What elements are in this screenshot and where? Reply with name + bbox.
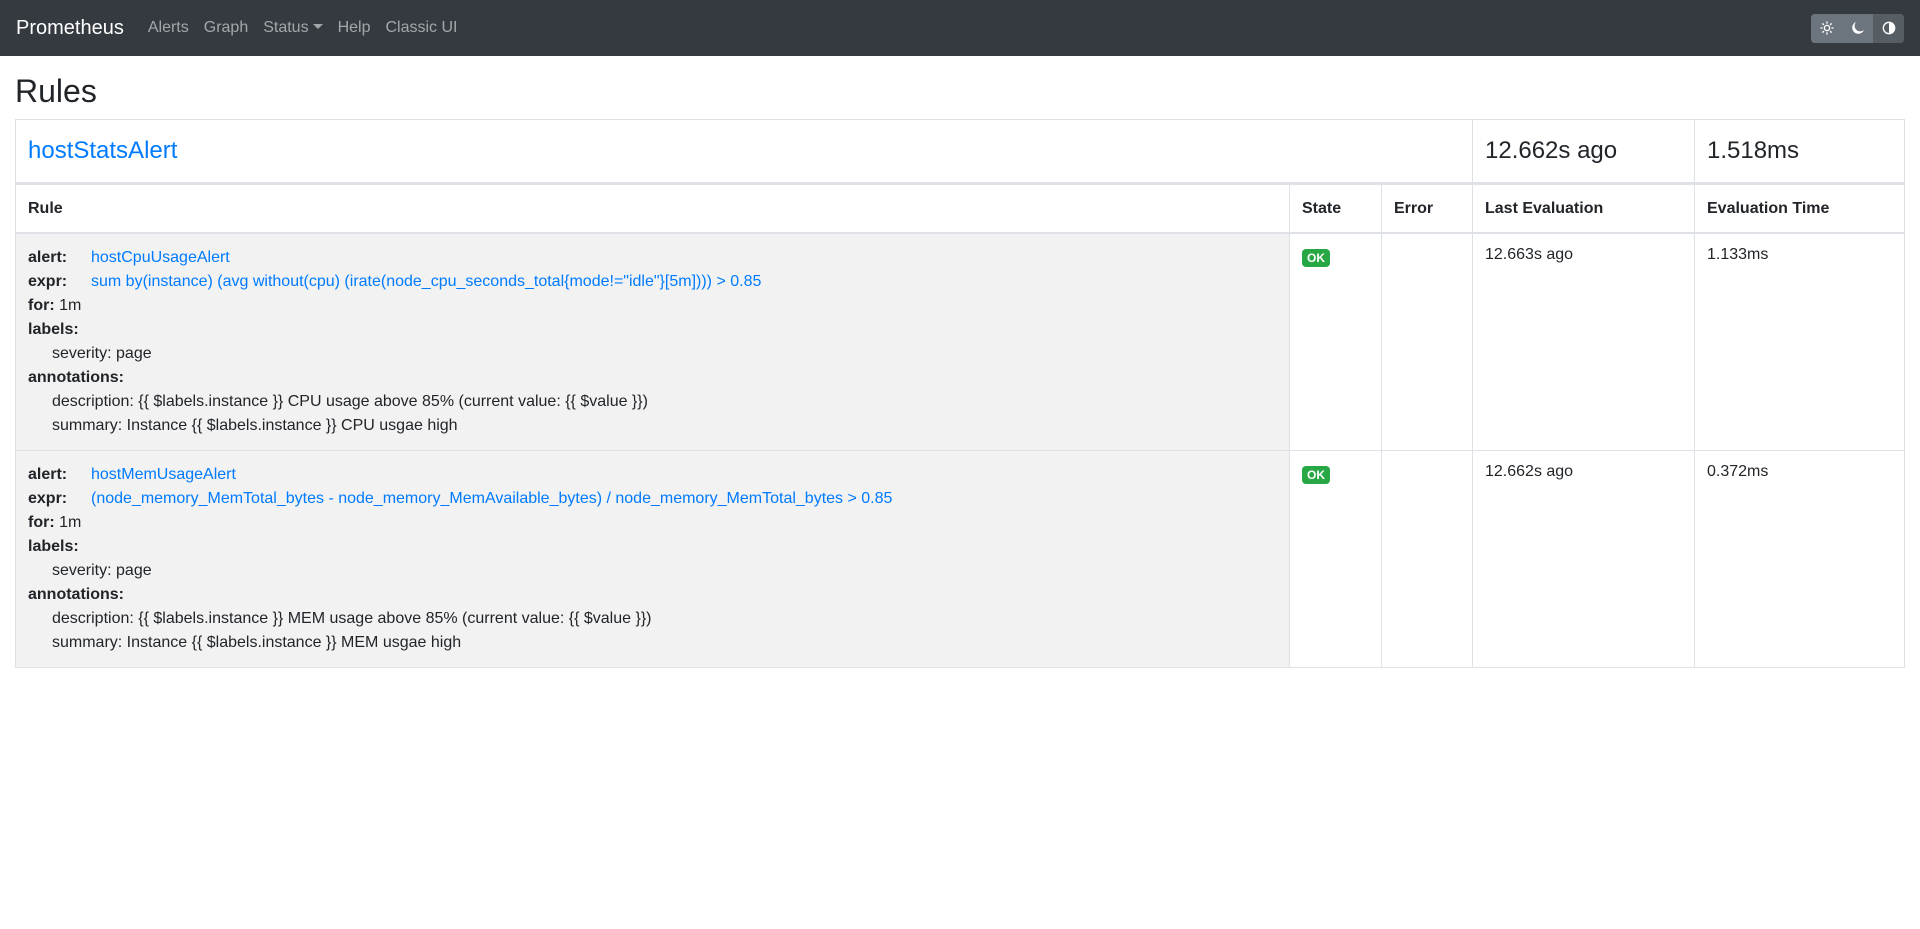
rule-group-header: hostStatsAlert 12.662s ago 1.518ms: [15, 119, 1905, 184]
table-row: alert: hostCpuUsageAlert expr: sum by(inst…: [15, 232, 1905, 452]
theme-dark-button[interactable]: [1842, 13, 1873, 43]
annotation-summary: summary: Instance {{ $labels.instance }}…: [52, 417, 458, 435]
moon-icon: [1851, 21, 1864, 34]
status-badge: OK: [1302, 466, 1330, 485]
for-value: 1m: [59, 514, 82, 532]
group-name-cell: hostStatsAlert: [15, 119, 1473, 184]
nav-classic-ui[interactable]: Classic UI: [385, 19, 457, 37]
table-row: alert: hostMemUsageAlert expr: (node_memor…: [15, 450, 1905, 669]
rule-alert-line: alert: hostCpuUsageAlert: [28, 246, 1277, 270]
last-evaluation-cell: 12.662s ago: [1472, 450, 1695, 669]
alert-key: alert:: [28, 249, 68, 267]
status-badge: OK: [1302, 249, 1330, 268]
for-key: for:: [28, 297, 55, 315]
rule-expr-line: expr: sum by(instance) (avg without(cpu) …: [28, 270, 1277, 294]
for-key: for:: [28, 514, 55, 532]
nav-alerts[interactable]: Alerts: [148, 19, 189, 37]
rule-alert-line: alert: hostMemUsageAlert: [28, 463, 1277, 487]
state-cell: OK: [1289, 232, 1382, 452]
contrast-icon: [1882, 21, 1895, 35]
expr-key: expr:: [28, 490, 68, 508]
labels-key: labels:: [28, 321, 79, 339]
annotation-summary: summary: Instance {{ $labels.instance }}…: [52, 634, 462, 652]
header-evaluation-time: Evaluation Time: [1694, 183, 1905, 235]
nav-status-dropdown[interactable]: Status: [263, 19, 323, 37]
rule-expr-line: expr: (node_memory_MemTotal_bytes - node_…: [28, 487, 1277, 511]
sun-icon: [1819, 21, 1834, 35]
rule-for-line: for: 1m: [28, 294, 1277, 318]
label-severity: severity: page: [52, 345, 152, 363]
group-name-link[interactable]: hostStatsAlert: [28, 137, 177, 164]
error-cell: [1381, 450, 1473, 669]
rule-for-line: for: 1m: [28, 511, 1277, 535]
annotation-description: description: {{ $labels.instance }} MEM …: [52, 610, 652, 628]
nav-help[interactable]: Help: [338, 19, 371, 37]
evaluation-time-cell: 1.133ms: [1694, 232, 1905, 452]
labels-key: labels:: [28, 538, 79, 556]
page-title: Rules: [15, 73, 97, 109]
annotations-key: annotations:: [28, 586, 124, 604]
last-evaluation-cell: 12.663s ago: [1472, 232, 1695, 452]
brand-link[interactable]: Prometheus: [16, 17, 124, 40]
rule-labels-line: labels:: [28, 535, 1277, 559]
top-navbar: Prometheus Alerts Graph Status Help Clas…: [0, 0, 1920, 56]
group-header-row: hostStatsAlert 12.662s ago 1.518ms: [15, 119, 1905, 184]
alert-name-link[interactable]: hostMemUsageAlert: [91, 466, 236, 483]
for-value: 1m: [59, 297, 82, 315]
rule-definition-cell: alert: hostMemUsageAlert expr: (node_memor…: [15, 450, 1290, 669]
expr-key: expr:: [28, 273, 68, 291]
rule-annotations-line: annotations:: [28, 366, 1277, 390]
error-cell: [1381, 232, 1473, 452]
group-evaluation-time: 1.518ms: [1694, 119, 1905, 184]
main-container: Rules hostStatsAlert 12.662s ago 1.518ms…: [0, 72, 1920, 669]
rules-table: Rule State Error Last Evaluation Evaluat…: [15, 183, 1905, 669]
theme-auto-button[interactable]: [1873, 13, 1904, 43]
nav-graph[interactable]: Graph: [204, 19, 248, 37]
alert-key: alert:: [28, 466, 68, 484]
alert-name-link[interactable]: hostCpuUsageAlert: [91, 249, 230, 266]
header-state: State: [1289, 183, 1382, 235]
rule-labels-line: labels:: [28, 318, 1277, 342]
theme-toggle-group: [1811, 13, 1904, 43]
group-last-evaluation: 12.662s ago: [1472, 119, 1695, 184]
expr-link[interactable]: sum by(instance) (avg without(cpu) (irat…: [91, 273, 761, 290]
caret-down-icon: [312, 24, 323, 29]
annotation-description: description: {{ $labels.instance }} CPU …: [52, 393, 648, 411]
header-last-evaluation: Last Evaluation: [1472, 183, 1695, 235]
theme-light-button[interactable]: [1811, 13, 1842, 43]
rule-annotations-line: annotations:: [28, 583, 1277, 607]
header-error: Error: [1381, 183, 1473, 235]
nav-status-label: Status: [263, 19, 309, 36]
header-rule: Rule: [15, 183, 1290, 235]
annotations-key: annotations:: [28, 369, 124, 387]
label-severity: severity: page: [52, 562, 152, 580]
rules-header-row: Rule State Error Last Evaluation Evaluat…: [15, 183, 1905, 235]
expr-link[interactable]: (node_memory_MemTotal_bytes - node_memor…: [91, 490, 892, 507]
evaluation-time-cell: 0.372ms: [1694, 450, 1905, 669]
rule-definition-cell: alert: hostCpuUsageAlert expr: sum by(inst…: [15, 232, 1290, 452]
state-cell: OK: [1289, 450, 1382, 669]
